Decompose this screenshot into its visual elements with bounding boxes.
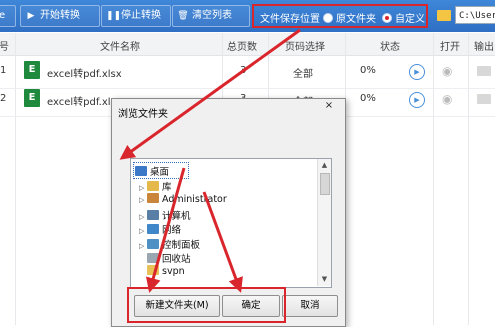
library-icon <box>147 181 159 191</box>
add-file-button[interactable]: e <box>0 5 16 27</box>
desktop-icon <box>135 166 147 176</box>
output-folder-icon[interactable] <box>477 94 491 104</box>
folder-icon[interactable] <box>437 10 451 21</box>
stop-convert-label: 停止转换 <box>121 10 161 21</box>
add-button-label: e <box>0 10 6 21</box>
tree-item-label: 库 <box>162 182 172 193</box>
browse-folder-dialog: 浏览文件夹 × 桌面 ▷ 库 ▷ Administrator ▷ 计算机 ▷ 网络 ▷ 控制面板 回收… <box>111 98 346 327</box>
start-convert-label: 开始转换 <box>40 10 80 21</box>
table-header: 号 文件名称 总页数 页码选择 状态 打开 输出 <box>0 33 495 56</box>
expand-arrow-icon[interactable]: ▷ <box>139 213 147 221</box>
expand-arrow-icon[interactable]: ▷ <box>139 227 147 235</box>
tree-item-label: 网络 <box>162 225 182 236</box>
page-range[interactable]: 全部 <box>293 65 313 80</box>
tree-item-label: 桌面 <box>150 167 170 178</box>
buttons-highlight-box <box>127 287 286 323</box>
excel-file-icon: E <box>24 89 40 107</box>
radio-custom[interactable] <box>382 13 392 23</box>
trash-icon: 🗑 <box>177 11 189 21</box>
row-index: 2 <box>0 93 7 104</box>
expand-arrow-icon[interactable]: ▷ <box>139 242 147 250</box>
file-name: excel转pdf.xlsx <box>47 69 122 80</box>
col-range-header: 页码选择 <box>285 42 325 53</box>
scrollbar[interactable]: ▲ ▼ <box>317 159 331 286</box>
radio-original-folder[interactable] <box>323 13 333 23</box>
tree-item-label: 回收站 <box>162 254 191 265</box>
network-icon <box>147 224 159 234</box>
tree-item[interactable]: ▷ 控制面板 <box>139 237 200 251</box>
tree-item[interactable]: ▷ Administrator <box>139 193 227 207</box>
play-circle-icon[interactable]: ▶ <box>409 92 425 108</box>
eye-icon[interactable]: ◉ <box>442 64 452 78</box>
scroll-up-icon[interactable]: ▲ <box>320 161 329 169</box>
play-circle-icon[interactable]: ▶ <box>409 64 425 80</box>
tree-item[interactable]: 回收站 <box>139 251 191 265</box>
tree-item-label: 计算机 <box>162 211 191 222</box>
close-icon[interactable]: × <box>320 100 338 114</box>
tree-item[interactable]: ▷ 计算机 <box>139 208 191 222</box>
page-count: 3 <box>240 65 247 76</box>
control-panel-icon <box>147 239 159 249</box>
dialog-title: 浏览文件夹 <box>118 109 168 120</box>
save-location-group: 文件保存位置 原文件夹 自定义 <box>252 4 428 28</box>
tree-item[interactable]: 桌面 <box>135 164 169 178</box>
scrollbar-thumb[interactable] <box>320 173 330 195</box>
pause-icon: ❚❚ <box>106 11 122 21</box>
tree-item-label: svpn <box>162 266 185 277</box>
play-icon: ▶ <box>27 11 35 21</box>
tree-item[interactable]: svpn <box>139 265 185 279</box>
computer-icon <box>147 210 159 220</box>
expand-arrow-icon[interactable]: ▷ <box>139 196 147 204</box>
status-text: 0% <box>360 65 376 76</box>
status-text: 0% <box>360 93 376 104</box>
user-icon <box>147 193 159 203</box>
clear-list-label: 清空列表 <box>192 10 232 21</box>
col-name-header: 文件名称 <box>100 42 140 53</box>
col-output-header: 输出 <box>474 42 494 53</box>
start-convert-button[interactable]: ▶ 开始转换 <box>20 5 100 27</box>
col-pages-header: 总页数 <box>227 42 257 53</box>
scroll-down-icon[interactable]: ▼ <box>320 275 329 283</box>
col-status-header: 状态 <box>380 42 400 53</box>
excel-file-icon: E <box>24 61 40 79</box>
tree-item[interactable]: ▷ 库 <box>139 179 172 193</box>
expand-arrow-icon[interactable]: ▷ <box>139 184 147 192</box>
clear-list-button[interactable]: 🗑 清空列表 <box>172 5 250 27</box>
folder-icon <box>147 265 159 275</box>
stop-convert-button[interactable]: ❚❚停止转换 <box>101 5 171 27</box>
tree-item[interactable]: ▷ 网络 <box>139 222 181 236</box>
option-original-label: 原文件夹 <box>336 14 376 25</box>
col-open-header: 打开 <box>440 42 460 53</box>
option-custom-label: 自定义 <box>395 14 425 25</box>
save-location-label: 文件保存位置 <box>260 14 320 25</box>
tree-item-label: Administrator <box>162 194 227 205</box>
folder-tree[interactable]: 桌面 ▷ 库 ▷ Administrator ▷ 计算机 ▷ 网络 ▷ 控制面板 回收站 svpn ▲ … <box>130 158 332 288</box>
eye-icon[interactable]: ◉ <box>442 92 452 106</box>
output-folder-icon[interactable] <box>477 66 491 76</box>
col-index-header: 号 <box>0 42 9 53</box>
toolbar: e ▶ 开始转换 ❚❚停止转换 🗑 清空列表 文件保存位置 原文件夹 自定义 C:\… <box>0 0 495 32</box>
output-path-field[interactable]: C:\Users\ <box>455 6 495 24</box>
file-name: excel转pdf.xls <box>47 97 116 108</box>
tree-item-label: 控制面板 <box>162 240 201 251</box>
recycle-bin-icon <box>147 253 159 263</box>
row-index: 1 <box>0 65 7 76</box>
cancel-button[interactable]: 取消 <box>282 295 338 317</box>
